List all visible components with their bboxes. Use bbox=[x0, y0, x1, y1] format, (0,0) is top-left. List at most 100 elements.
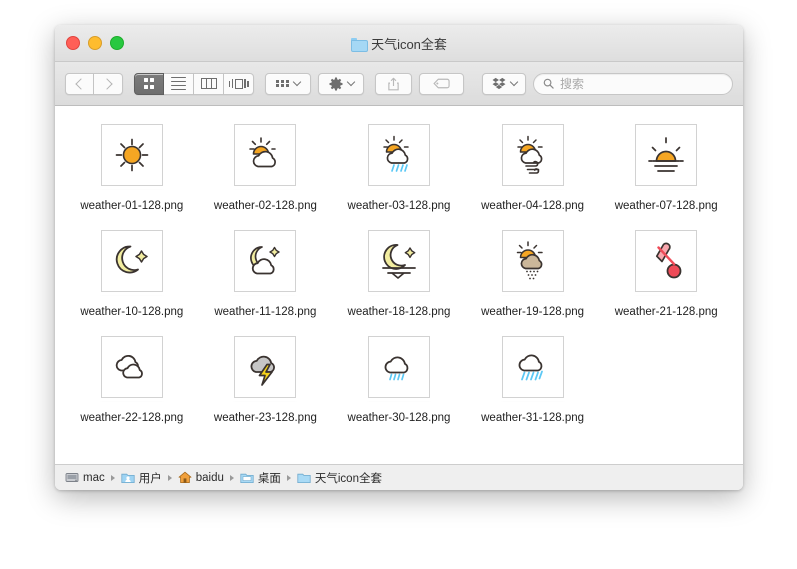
file-thumbnail[interactable] bbox=[367, 230, 430, 292]
file-item[interactable]: weather-22-128.png bbox=[65, 334, 199, 426]
chevron-right-icon bbox=[101, 77, 113, 90]
path-item-baidu[interactable]: baidu bbox=[178, 471, 224, 484]
sun-cloud-icon bbox=[249, 137, 277, 168]
file-thumbnail[interactable] bbox=[100, 336, 163, 398]
grid-icon bbox=[143, 78, 155, 89]
file-name: weather-01-128.png bbox=[80, 200, 184, 212]
columns-icon bbox=[200, 78, 217, 89]
file-item[interactable]: weather-04-128.png bbox=[466, 122, 600, 214]
file-item[interactable]: weather-31-128.png bbox=[466, 334, 600, 426]
gallery-view-button[interactable] bbox=[224, 72, 254, 95]
window-titlebar[interactable]: 天气icon全套 bbox=[55, 25, 743, 62]
path-separator-icon bbox=[229, 474, 234, 481]
file-name: weather-30-128.png bbox=[347, 412, 451, 424]
path-label: 天气icon全套 bbox=[314, 472, 382, 485]
file-name: weather-10-128.png bbox=[80, 306, 184, 318]
file-name: weather-31-128.png bbox=[481, 412, 585, 424]
file-name: weather-02-128.png bbox=[213, 200, 317, 212]
arrange-button[interactable] bbox=[265, 72, 311, 95]
file-icon-grid: weather-01-128.png weather-02-128.png we… bbox=[65, 122, 733, 426]
share-button[interactable] bbox=[375, 72, 412, 95]
file-name: weather-23-128.png bbox=[213, 412, 317, 424]
sun-icon bbox=[115, 138, 149, 172]
file-name: weather-18-128.png bbox=[347, 306, 451, 318]
thermometer-icon bbox=[656, 242, 682, 279]
path-label: 桌面 bbox=[257, 472, 281, 485]
file-thumbnail[interactable] bbox=[234, 336, 297, 398]
forward-button[interactable] bbox=[94, 72, 123, 95]
file-item[interactable]: weather-11-128.png bbox=[199, 228, 333, 320]
path-separator-icon bbox=[286, 474, 291, 481]
chevron-down-icon bbox=[346, 77, 355, 87]
path-item-users[interactable]: 用户 bbox=[121, 470, 162, 486]
dropbox-icon bbox=[492, 77, 505, 89]
dropbox-button[interactable] bbox=[482, 72, 526, 95]
search-icon bbox=[543, 78, 554, 89]
path-item-mac[interactable]: mac bbox=[65, 471, 105, 484]
file-item[interactable]: weather-02-128.png bbox=[199, 122, 333, 214]
path-separator-icon bbox=[167, 474, 172, 481]
file-item[interactable]: weather-30-128.png bbox=[332, 334, 466, 426]
file-name: weather-03-128.png bbox=[347, 200, 451, 212]
window-title: 天气icon全套 bbox=[55, 34, 743, 53]
file-name: weather-07-128.png bbox=[614, 200, 718, 212]
file-thumbnail[interactable] bbox=[635, 230, 698, 292]
home-icon bbox=[178, 471, 192, 483]
arrange-grid-icon bbox=[276, 79, 289, 88]
finder-window: 天气icon全套 搜索 weather-01-128.png weather-0… bbox=[55, 25, 743, 490]
back-button[interactable] bbox=[65, 72, 94, 95]
file-item[interactable]: weather-19-128.png bbox=[466, 228, 600, 320]
file-item[interactable]: weather-23-128.png bbox=[199, 334, 333, 426]
share-icon bbox=[388, 77, 399, 90]
file-thumbnail[interactable] bbox=[234, 124, 297, 186]
file-thumbnail[interactable] bbox=[100, 124, 163, 186]
gallery-icon bbox=[228, 78, 249, 89]
clouds-icon bbox=[115, 354, 143, 379]
file-name: weather-11-128.png bbox=[214, 306, 317, 318]
chevron-down-icon bbox=[509, 77, 518, 87]
moon-star-icon bbox=[115, 245, 148, 274]
list-view-button[interactable] bbox=[164, 72, 194, 95]
file-item[interactable]: weather-01-128.png bbox=[65, 122, 199, 214]
file-item[interactable]: weather-03-128.png bbox=[332, 122, 466, 214]
moon-cloud-icon bbox=[250, 246, 281, 275]
file-thumbnail[interactable] bbox=[501, 230, 564, 292]
sunrise-icon bbox=[648, 137, 685, 172]
action-menu-button[interactable] bbox=[318, 72, 364, 95]
gear-icon bbox=[329, 77, 342, 90]
file-item[interactable]: weather-21-128.png bbox=[599, 228, 733, 320]
navigation-buttons bbox=[65, 72, 123, 95]
file-name: weather-21-128.png bbox=[614, 306, 718, 318]
path-separator-icon bbox=[110, 474, 115, 481]
file-thumbnail[interactable] bbox=[367, 336, 430, 398]
file-browser-content[interactable]: weather-01-128.png weather-02-128.png we… bbox=[55, 106, 743, 464]
view-mode-buttons bbox=[134, 72, 254, 95]
toolbar: 搜索 bbox=[55, 62, 743, 106]
column-view-button[interactable] bbox=[194, 72, 224, 95]
sun-cloud-rain-icon bbox=[383, 135, 409, 172]
file-name: weather-04-128.png bbox=[481, 200, 585, 212]
file-thumbnail[interactable] bbox=[635, 124, 698, 186]
file-thumbnail[interactable] bbox=[501, 336, 564, 398]
tag-button[interactable] bbox=[419, 72, 464, 95]
file-item[interactable]: weather-18-128.png bbox=[332, 228, 466, 320]
chevron-left-icon bbox=[74, 77, 87, 90]
file-name: weather-19-128.png bbox=[481, 306, 585, 318]
file-item[interactable]: weather-10-128.png bbox=[65, 228, 199, 320]
file-item[interactable]: weather-07-128.png bbox=[599, 122, 733, 214]
file-thumbnail[interactable] bbox=[100, 230, 163, 292]
path-item-current-folder[interactable]: 天气icon全套 bbox=[297, 470, 382, 486]
icon-view-button[interactable] bbox=[134, 72, 164, 95]
search-input[interactable]: 搜索 bbox=[533, 72, 733, 95]
path-label: mac bbox=[83, 471, 105, 484]
moon-horizon-icon bbox=[382, 244, 416, 279]
file-thumbnail[interactable] bbox=[234, 230, 297, 292]
folder-icon bbox=[297, 473, 311, 483]
path-bar: mac 用户 baidu 桌面 天气icon全套 bbox=[55, 464, 743, 490]
window-title-text: 天气icon全套 bbox=[371, 37, 447, 52]
file-name: weather-22-128.png bbox=[80, 412, 184, 424]
file-thumbnail[interactable] bbox=[501, 124, 564, 186]
path-item-desktop[interactable]: 桌面 bbox=[240, 470, 281, 486]
file-thumbnail[interactable] bbox=[367, 124, 430, 186]
tag-icon bbox=[433, 78, 450, 89]
